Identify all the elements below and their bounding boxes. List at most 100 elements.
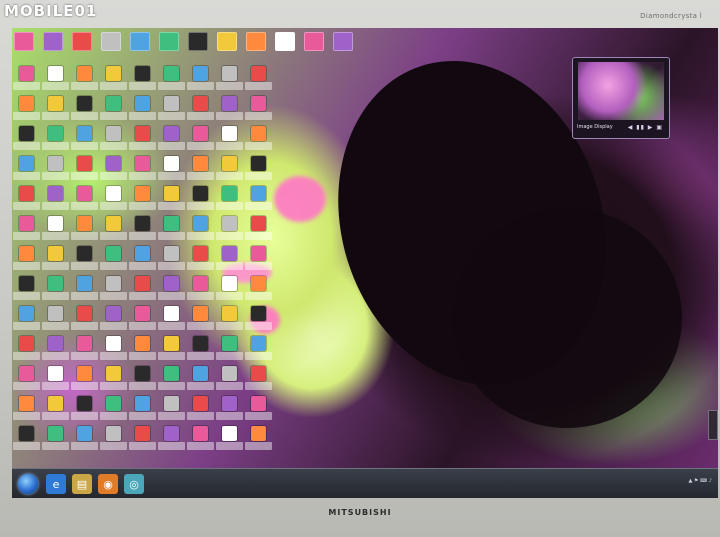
- desktop-shortcut[interactable]: [70, 336, 99, 366]
- desktop-shortcut[interactable]: [215, 96, 244, 126]
- desktop-shortcut[interactable]: [186, 156, 215, 186]
- edge-handle[interactable]: [708, 410, 718, 440]
- desktop-shortcut-icon[interactable]: [304, 32, 324, 51]
- desktop-shortcut[interactable]: [99, 396, 128, 426]
- desktop-shortcut[interactable]: [244, 156, 273, 186]
- desktop-shortcut[interactable]: [215, 396, 244, 426]
- gadget-controls[interactable]: ◀ ▮▮ ▶ ▣: [628, 124, 663, 131]
- start-button[interactable]: [18, 474, 38, 494]
- desktop-shortcut[interactable]: [157, 126, 186, 156]
- desktop-shortcut[interactable]: [12, 66, 41, 96]
- desktop-shortcut[interactable]: [12, 336, 41, 366]
- desktop-shortcut[interactable]: [12, 246, 41, 276]
- desktop-shortcut[interactable]: [157, 426, 186, 456]
- desktop-shortcut[interactable]: [157, 246, 186, 276]
- desktop-shortcut[interactable]: [70, 186, 99, 216]
- desktop-shortcut[interactable]: [12, 426, 41, 456]
- desktop-shortcut[interactable]: [99, 276, 128, 306]
- desktop-shortcut[interactable]: [157, 216, 186, 246]
- desktop-shortcut[interactable]: [244, 216, 273, 246]
- desktop-shortcut[interactable]: [186, 276, 215, 306]
- desktop-shortcut[interactable]: [12, 96, 41, 126]
- system-tray[interactable]: ▲ ⚑ ⌨ ♪: [688, 478, 712, 484]
- desktop-shortcut[interactable]: [99, 246, 128, 276]
- desktop-shortcut[interactable]: [99, 156, 128, 186]
- desktop-shortcut[interactable]: [70, 276, 99, 306]
- desktop-shortcut[interactable]: [215, 186, 244, 216]
- desktop-shortcut[interactable]: [99, 336, 128, 366]
- desktop-shortcut[interactable]: [128, 306, 157, 336]
- desktop-shortcut[interactable]: [215, 156, 244, 186]
- desktop-shortcut[interactable]: [157, 306, 186, 336]
- desktop-shortcut-icon[interactable]: [72, 32, 92, 51]
- desktop-shortcut[interactable]: [41, 426, 70, 456]
- desktop-shortcut[interactable]: [70, 366, 99, 396]
- desktop-shortcut[interactable]: [157, 156, 186, 186]
- desktop-shortcut[interactable]: [12, 216, 41, 246]
- desktop-shortcut-icon[interactable]: [188, 32, 208, 51]
- desktop-shortcut[interactable]: [128, 186, 157, 216]
- desktop-shortcut[interactable]: [41, 366, 70, 396]
- media-icon[interactable]: ◎: [124, 474, 144, 494]
- desktop-shortcut[interactable]: [128, 246, 157, 276]
- desktop-shortcut[interactable]: [157, 336, 186, 366]
- desktop-shortcut[interactable]: [128, 396, 157, 426]
- image-display-gadget[interactable]: Image Display ◀ ▮▮ ▶ ▣: [572, 57, 670, 139]
- desktop-shortcut[interactable]: [244, 246, 273, 276]
- explorer-icon[interactable]: ▤: [72, 474, 92, 494]
- desktop-shortcut[interactable]: [186, 396, 215, 426]
- desktop-shortcut[interactable]: [99, 66, 128, 96]
- desktop-shortcut[interactable]: [186, 96, 215, 126]
- desktop-shortcut[interactable]: [128, 336, 157, 366]
- desktop-shortcut[interactable]: [244, 366, 273, 396]
- desktop-shortcut-icon[interactable]: [217, 32, 237, 51]
- desktop-shortcut[interactable]: [70, 66, 99, 96]
- firefox-icon[interactable]: ◉: [98, 474, 118, 494]
- desktop-shortcut[interactable]: [70, 156, 99, 186]
- desktop-shortcut[interactable]: [244, 336, 273, 366]
- desktop-shortcut-icon[interactable]: [333, 32, 353, 51]
- desktop-screen[interactable]: Image Display ◀ ▮▮ ▶ ▣ e ▤ ◉ ◎ ▲ ⚑ ⌨ ♪: [12, 28, 718, 498]
- desktop-shortcut[interactable]: [186, 336, 215, 366]
- desktop-shortcut[interactable]: [215, 336, 244, 366]
- desktop-shortcut-icon[interactable]: [130, 32, 150, 51]
- desktop-shortcut[interactable]: [157, 366, 186, 396]
- desktop-shortcut[interactable]: [215, 126, 244, 156]
- desktop-shortcut[interactable]: [128, 156, 157, 186]
- desktop-shortcut[interactable]: [70, 396, 99, 426]
- desktop-shortcut[interactable]: [41, 156, 70, 186]
- desktop-shortcut[interactable]: [12, 306, 41, 336]
- desktop-shortcut[interactable]: [186, 186, 215, 216]
- desktop-shortcut[interactable]: [41, 126, 70, 156]
- desktop-shortcut[interactable]: [244, 126, 273, 156]
- desktop-shortcut[interactable]: [215, 246, 244, 276]
- desktop-shortcut[interactable]: [157, 186, 186, 216]
- desktop-shortcut-icon[interactable]: [43, 32, 63, 51]
- desktop-shortcut-icon[interactable]: [246, 32, 266, 51]
- desktop-shortcut[interactable]: [128, 126, 157, 156]
- desktop-shortcut[interactable]: [186, 66, 215, 96]
- desktop-shortcut[interactable]: [186, 366, 215, 396]
- desktop-shortcut[interactable]: [12, 396, 41, 426]
- desktop-shortcut[interactable]: [244, 306, 273, 336]
- desktop-shortcut[interactable]: [186, 216, 215, 246]
- desktop-shortcut[interactable]: [215, 66, 244, 96]
- desktop-shortcut[interactable]: [70, 426, 99, 456]
- desktop-shortcut[interactable]: [12, 126, 41, 156]
- desktop-shortcut[interactable]: [186, 306, 215, 336]
- desktop-shortcut[interactable]: [186, 426, 215, 456]
- desktop-shortcut-icon[interactable]: [159, 32, 179, 51]
- desktop-shortcut[interactable]: [12, 366, 41, 396]
- desktop-shortcut[interactable]: [41, 276, 70, 306]
- desktop-shortcut[interactable]: [41, 186, 70, 216]
- desktop-shortcut-icon[interactable]: [101, 32, 121, 51]
- desktop-shortcut[interactable]: [99, 306, 128, 336]
- desktop-shortcut[interactable]: [244, 276, 273, 306]
- desktop-shortcut[interactable]: [244, 396, 273, 426]
- desktop-shortcut[interactable]: [215, 276, 244, 306]
- desktop-shortcut-icon[interactable]: [275, 32, 295, 51]
- desktop-shortcut[interactable]: [244, 186, 273, 216]
- desktop-shortcut[interactable]: [41, 216, 70, 246]
- desktop-shortcut[interactable]: [186, 126, 215, 156]
- desktop-shortcut[interactable]: [128, 366, 157, 396]
